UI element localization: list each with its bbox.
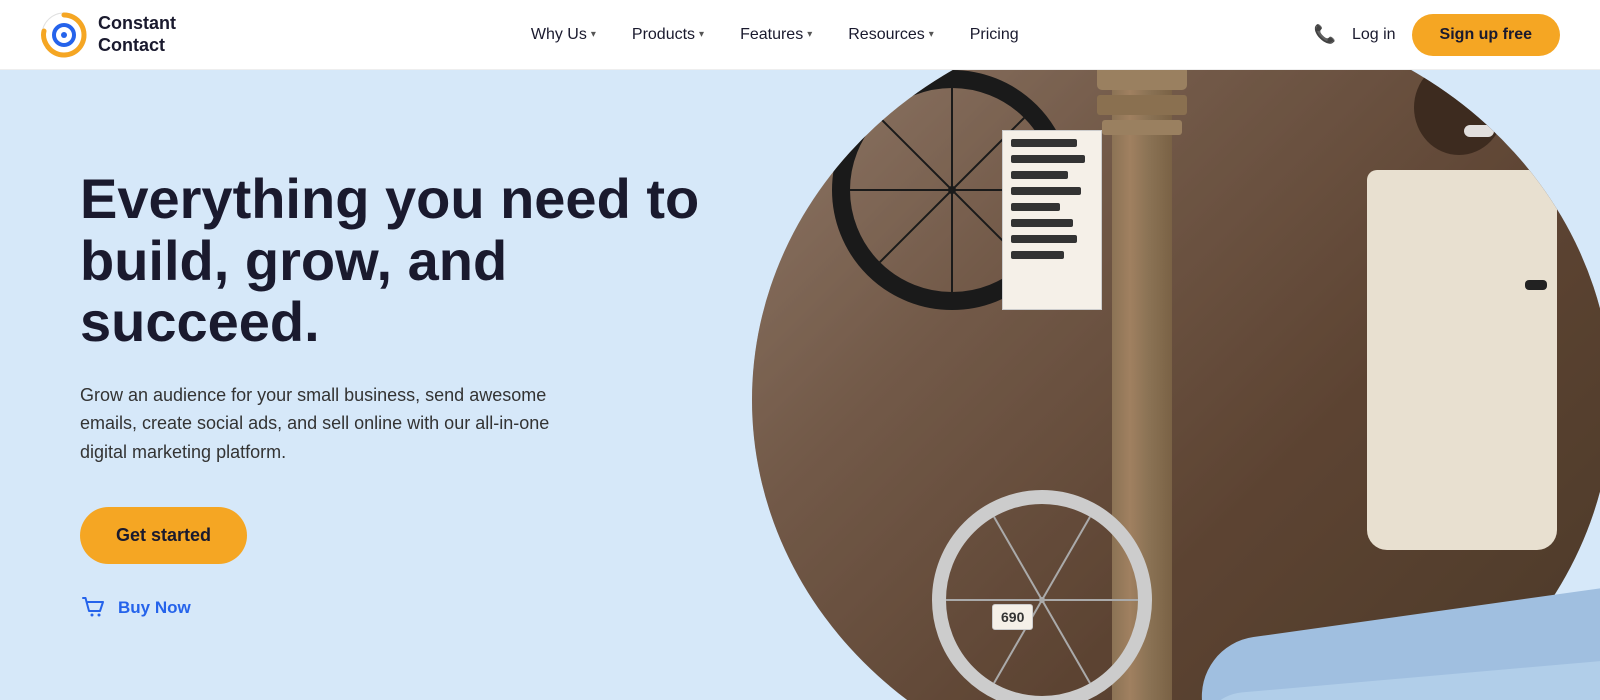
hero-section: Everything you need to build, grow, and … (0, 70, 1600, 700)
signup-button[interactable]: Sign up free (1412, 14, 1560, 56)
price-tag: 690 (992, 604, 1033, 630)
logo-text: Constant Contact (98, 13, 176, 56)
nav-item-features[interactable]: Features ▾ (724, 18, 828, 52)
hero-subtitle: Grow an audience for your small business… (80, 381, 600, 467)
smile (1464, 125, 1494, 137)
logo-link[interactable]: Constant Contact (40, 11, 176, 59)
get-started-button[interactable]: Get started (80, 507, 247, 564)
hero-right-image: 690 (832, 70, 1600, 700)
bike-wheel-front (932, 490, 1152, 700)
person-apron (1367, 170, 1557, 550)
person-glasses (1460, 82, 1510, 98)
constant-contact-logo-icon (40, 11, 88, 59)
hero-left-content: Everything you need to build, grow, and … (0, 70, 832, 700)
hero-title: Everything you need to build, grow, and … (80, 168, 760, 353)
phone-icon: 📞 (1314, 24, 1336, 45)
nav-right: 📞 Log in Sign up free (1314, 14, 1560, 56)
cart-icon (80, 594, 108, 622)
chevron-down-icon: ▾ (591, 29, 596, 40)
buy-now-label: Buy Now (118, 598, 191, 618)
nav-item-resources[interactable]: Resources ▾ (832, 18, 950, 52)
buy-now-link[interactable]: Buy Now (80, 594, 772, 622)
nav-links-container: Why Us ▾ Products ▾ Features ▾ Resources… (176, 18, 1314, 52)
nav-item-why-us[interactable]: Why Us ▾ (515, 18, 612, 52)
login-link[interactable]: Log in (1352, 26, 1396, 44)
chevron-down-icon: ▾ (929, 29, 934, 40)
nav-item-products[interactable]: Products ▾ (616, 18, 720, 52)
nav-item-pricing[interactable]: Pricing (954, 18, 1035, 52)
chevron-down-icon: ▾ (699, 29, 704, 40)
wall-sign (1002, 130, 1102, 310)
navbar: Constant Contact Why Us ▾ Products ▾ Fea… (0, 0, 1600, 70)
nav-links: Why Us ▾ Products ▾ Features ▾ Resources… (515, 18, 1035, 52)
chevron-down-icon: ▾ (807, 29, 812, 40)
watch (1525, 280, 1547, 290)
